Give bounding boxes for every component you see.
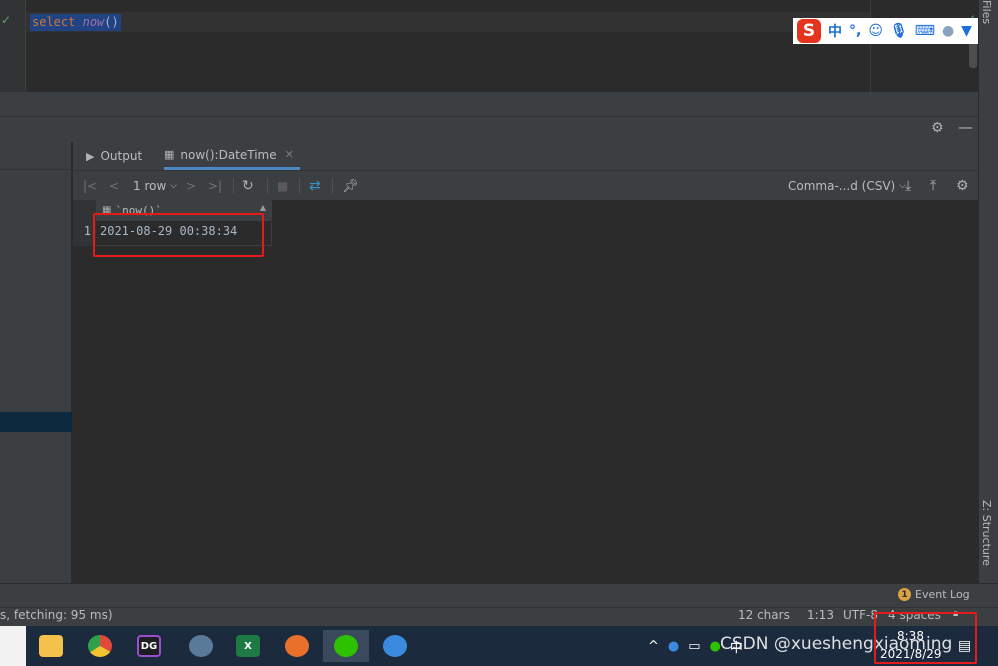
ime-chinese-toggle[interactable]: 中 [828,21,842,41]
check-icon: ✓ [1,13,12,27]
shirt-icon[interactable]: ▼ [961,23,972,39]
tab-now-label: now():DateTime [180,147,277,162]
files-tool-button[interactable]: Files [980,0,993,24]
services-tree [0,142,72,583]
dolphin-icon [189,635,213,657]
editor-right-margin [870,0,871,92]
result-tabs: ▶ Output ▦ now():DateTime ✕ [73,142,978,170]
taskbar-app-chrome[interactable] [83,630,117,662]
extractor-dropdown[interactable]: Comma-...d (CSV) ⌵ [788,171,906,201]
rows-label: 1 row [133,179,167,193]
bottom-tool-bar [0,583,998,607]
first-page-icon[interactable]: |< [83,171,97,201]
ime-punctuation-toggle[interactable]: °, [849,23,861,39]
sql-function: now [82,15,105,29]
output-icon: ▶ [86,149,95,163]
status-chars: 12 chars [738,608,790,622]
toolbar-divider [267,178,268,194]
emoji-icon[interactable]: ☺ [868,23,883,39]
tab-output-label: Output [100,149,143,163]
taskbar-app-wechat[interactable] [323,630,369,662]
status-caret-position[interactable]: 1:13 [807,608,834,622]
wechat-icon [334,635,358,657]
close-icon[interactable]: ✕ [285,148,294,161]
format-label: Comma-...d (CSV) [788,179,896,193]
chevron-down-icon: ⌵ [170,181,177,191]
tray-app-icon[interactable]: ● [668,639,679,654]
event-log-button[interactable]: 1 Event Log [898,588,970,601]
tab-output[interactable]: ▶ Output [86,142,142,170]
sql-keyword: select [32,15,76,29]
compare-icon[interactable]: ⇄ [309,171,321,201]
taskbar-app-workbench[interactable] [184,630,218,662]
minimize-icon[interactable]: — [958,118,973,136]
chevron-up-icon[interactable]: ^ [648,639,659,654]
taskbar-app-excel[interactable]: X [231,630,265,662]
tree-selected-item[interactable] [0,412,72,432]
right-tool-strip [978,0,998,583]
sql-parens: () [104,15,119,29]
datagrip-icon: DG [137,635,161,657]
editor-gutter: ✓ [0,0,26,92]
excel-icon: X [236,635,260,657]
sql-statement[interactable]: select now() [30,14,121,31]
services-panel-header [0,116,978,142]
sort-icon[interactable]: ▲ [260,203,266,212]
structure-tool-button[interactable]: Z: Structure [980,500,993,566]
sogou-logo-icon[interactable]: S [797,19,821,43]
keyboard-icon[interactable]: ⌨ [915,23,935,39]
user-icon[interactable]: ● [942,23,954,39]
reload-icon[interactable]: ↻ [242,171,254,201]
tab-now-datetime[interactable]: ▦ now():DateTime ✕ [164,142,300,170]
annotation-highlight-cell [93,213,264,257]
toolbar-divider [233,178,234,194]
stop-icon[interactable]: ■ [277,171,288,201]
toolbar-divider [332,178,333,194]
sql-editor[interactable]: ✓ select now() ✓ [0,0,978,92]
battery-icon[interactable]: ▭ [688,639,700,654]
toolbar-divider [299,178,300,194]
mic-icon[interactable]: 🎙︎ [890,23,908,39]
result-toolbar: |< < 1 row ⌵ > >| ↻ ■ ⇄ 📌︎ Comma-...d (C… [73,170,978,200]
editor-current-line [26,12,870,32]
event-log-badge: 1 [898,588,911,601]
event-log-label: Event Log [915,588,970,601]
row-number[interactable]: 1 [73,224,91,238]
taskbar-app-feishu[interactable] [378,630,412,662]
prev-page-icon[interactable]: < [109,171,119,201]
firefox-icon [285,635,309,657]
taskbar-app-file-explorer[interactable] [34,630,68,662]
chrome-icon [88,635,112,657]
table-icon: ▦ [164,148,175,161]
annotation-highlight-clock [874,612,977,664]
taskbar-app-firefox[interactable] [280,630,314,662]
panel-separator [0,92,978,116]
next-page-icon[interactable]: > [186,171,196,201]
taskbar-start-area[interactable] [0,626,26,666]
tree-divider [0,169,72,170]
status-message: s, fetching: 95 ms) [0,608,113,622]
folder-icon [39,635,63,657]
rows-dropdown[interactable]: 1 row ⌵ [133,171,177,201]
ime-toolbar: S 中 °, ☺ 🎙︎ ⌨ ● ▼ ▦ [793,18,998,44]
download-icon[interactable]: ⤓ [905,171,911,201]
taskbar-app-datagrip[interactable]: DG [132,630,166,662]
status-encoding[interactable]: UTF-8 [843,608,878,622]
settings-icon[interactable]: ⚙ [956,171,969,201]
paper-plane-icon [383,635,407,657]
result-grid: ▦ `now()` ▲ 1 2021-08-29 00:38:34 [73,200,978,583]
gear-icon[interactable]: ⚙ [931,120,944,136]
last-page-icon[interactable]: >| [208,171,222,201]
upload-icon[interactable]: ⤒ [930,171,936,201]
pin-icon[interactable]: 📌︎ [342,171,359,201]
